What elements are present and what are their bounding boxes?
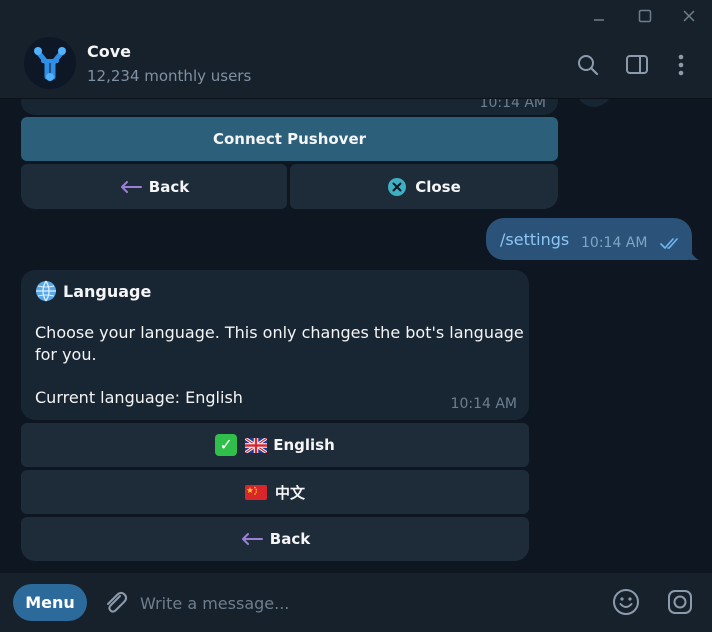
more-button[interactable]: [668, 52, 694, 78]
message-input[interactable]: [138, 585, 582, 621]
button-label: Menu: [25, 593, 75, 612]
button-label: Close: [415, 177, 461, 196]
chat-subtitle: 12,234 monthly users: [87, 67, 252, 85]
double-check-icon: [660, 238, 678, 249]
sidebar-toggle-icon: [626, 55, 648, 74]
more-vertical-icon: [678, 54, 684, 76]
back-button[interactable]: Back: [21, 517, 529, 561]
avatar[interactable]: [24, 37, 76, 89]
close-circle-icon: [388, 177, 407, 196]
camera-button[interactable]: [665, 587, 695, 617]
button-label: 中文: [274, 483, 305, 502]
previous-message-bubble: 10:14 AM: [21, 99, 558, 115]
button-label: Connect Pushover: [212, 130, 367, 148]
back-button[interactable]: Back: [21, 164, 287, 209]
message-list[interactable]: 10:14 AM Connect Pushover Back Close /se…: [0, 99, 712, 573]
button-label: English: [273, 436, 335, 454]
command-text[interactable]: /settings: [500, 230, 569, 249]
minimize-icon: [594, 19, 604, 21]
bot-menu-button[interactable]: Menu: [13, 584, 87, 621]
camera-icon: [668, 590, 692, 614]
message-time: 10:14 AM: [450, 396, 517, 412]
emoji-button[interactable]: [611, 587, 641, 617]
globe-icon: [36, 280, 56, 302]
language-heading: Language: [35, 280, 151, 302]
bubble-tail: [690, 250, 699, 260]
message-time: 10:14 AM: [479, 99, 546, 111]
chinese-language-button[interactable]: 中文: [21, 470, 529, 514]
window-titlebar: [0, 0, 712, 32]
language-message-bubble: Language Choose your language. This only…: [21, 270, 529, 420]
message-time: 10:14 AM: [581, 235, 648, 251]
maximize-icon: [638, 9, 652, 23]
scroll-indicator: [576, 99, 612, 107]
back-arrow-icon: [120, 180, 142, 193]
button-label: Back: [148, 177, 190, 196]
connect-pushover-button[interactable]: Connect Pushover: [21, 117, 558, 161]
attach-icon: [107, 591, 128, 613]
button-label: Back: [269, 530, 311, 548]
outgoing-message-bubble: /settings 10:14 AM: [486, 218, 692, 260]
message-composer: Menu: [0, 573, 712, 632]
english-language-button[interactable]: ✓ English: [21, 423, 529, 467]
sidebar-toggle-button[interactable]: [624, 52, 650, 78]
close-window-button[interactable]: [666, 0, 712, 32]
uk-flag-icon: [245, 437, 268, 453]
message-body: Choose your language. This only changes …: [35, 323, 524, 364]
attach-button[interactable]: [100, 587, 130, 617]
search-icon: [578, 55, 599, 76]
bot-logo-icon: [24, 37, 76, 89]
chat-header: Cove 12,234 monthly users: [0, 32, 712, 99]
current-language-text: Current language: English: [35, 388, 243, 407]
search-button[interactable]: [575, 52, 601, 78]
china-flag-icon: [244, 484, 267, 500]
close-icon: [683, 10, 695, 22]
chat-title[interactable]: Cove: [87, 42, 131, 61]
maximize-button[interactable]: [622, 0, 668, 32]
close-button[interactable]: Close: [290, 164, 558, 209]
message-title: Language: [63, 281, 152, 301]
back-arrow-icon: [241, 533, 263, 545]
minimize-button[interactable]: [576, 0, 622, 32]
emoji-icon: [613, 589, 639, 615]
check-icon: ✓: [215, 434, 238, 456]
